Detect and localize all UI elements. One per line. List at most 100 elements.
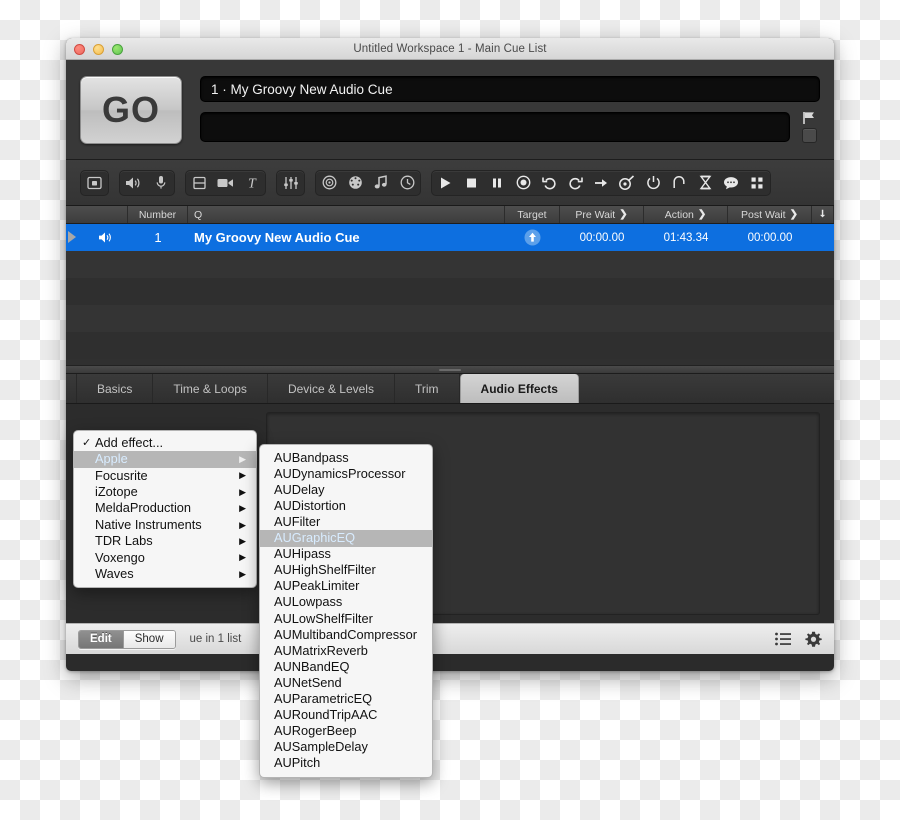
zoom-button[interactable] [112,44,123,55]
menu-item-add-effect[interactable]: ✓ Add effect... [74,435,256,451]
text-icon[interactable]: T [239,171,265,195]
toolbar-group-media: T [185,169,266,196]
current-cue-display[interactable]: 1 · My Groovy New Audio Cue [200,76,820,102]
menu-item-auhipass[interactable]: AUHipass [260,547,432,563]
menu-item-aufilter[interactable]: AUFilter [260,514,432,530]
apple-effects-submenu[interactable]: AUBandpass AUDynamicsProcessor AUDelay AUDi… [259,444,433,778]
comment-icon[interactable] [718,171,744,195]
menu-item-label: AUMultibandCompressor [274,626,417,642]
menu-item-voxengo[interactable]: Voxengo ▶ [74,550,256,566]
play-icon[interactable] [432,171,458,195]
column-header-number[interactable]: Number [128,206,188,223]
music-note-icon[interactable] [368,171,394,195]
minimize-button[interactable] [93,44,104,55]
menu-item-aurogerbeep[interactable]: AURogerBeep [260,724,432,740]
menu-item-apple[interactable]: Apple ▶ [74,451,256,468]
menu-item-audelay[interactable]: AUDelay [260,482,432,498]
menu-item-aulowpass[interactable]: AULowpass [260,595,432,611]
menu-item-label: AUDynamicsProcessor [274,465,406,481]
menu-item-aumatrixreverb[interactable]: AUMatrixReverb [260,643,432,659]
flag-button[interactable] [801,128,817,143]
column-header-continue[interactable]: ⭣ [812,206,834,223]
menu-item-label: Focusrite [95,467,148,483]
midi-icon[interactable] [342,171,368,195]
menu-item-label: AUDelay [274,481,325,497]
edit-mode-button[interactable]: Edit [79,630,123,648]
tab-time-and-loops[interactable]: Time & Loops [153,374,268,403]
menu-item-waves[interactable]: Waves ▶ [74,566,256,582]
menu-item-aubandpass[interactable]: AUBandpass [260,450,432,466]
go-button[interactable]: GO [80,75,182,144]
menu-item-aumultibandcompressor[interactable]: AUMultibandCompressor [260,627,432,643]
add-effect-menu[interactable]: ✓ Add effect... Apple ▶ Focusrite ▶ iZotope ▶ Me… [73,430,257,588]
loop-icon[interactable] [666,171,692,195]
empty-row[interactable] [66,305,834,332]
fade-icon[interactable] [186,171,212,195]
tab-device-and-levels[interactable]: Device & Levels [268,374,395,403]
notes-field[interactable] [200,112,790,142]
goto-icon[interactable] [614,171,640,195]
menu-item-label: Voxengo [95,549,145,565]
menu-item-auhighshelffilter[interactable]: AUHighShelfFilter [260,563,432,579]
toolbar-group-audio [119,169,175,196]
stop-icon[interactable] [458,171,484,195]
memo-icon[interactable] [81,171,108,195]
table-row[interactable]: 1 My Groovy New Audio Cue 00:00.00 01:43… [66,224,834,251]
menu-item-audynamicsprocessor[interactable]: AUDynamicsProcessor [260,466,432,482]
tab-audio-effects[interactable]: Audio Effects [459,374,579,403]
pause-icon[interactable] [484,171,510,195]
menu-item-auroundtripaac[interactable]: AURoundTripAAC [260,708,432,724]
menu-item-aupeaklimiter[interactable]: AUPeakLimiter [260,579,432,595]
menu-item-aunbandeq[interactable]: AUNBandEQ [260,659,432,675]
show-mode-button[interactable]: Show [122,630,175,648]
hourglass-icon[interactable] [692,171,718,195]
menu-item-audistortion[interactable]: AUDistortion [260,498,432,514]
empty-row[interactable] [66,251,834,278]
power-icon[interactable] [640,171,666,195]
column-header-prewait[interactable]: Pre Wait ❯ [560,206,644,223]
gear-icon[interactable] [805,631,822,648]
cuelist-body[interactable]: 1 My Groovy New Audio Cue 00:00.00 01:43… [66,224,834,365]
redo-icon[interactable] [562,171,588,195]
menu-item-ausampledelay[interactable]: AUSampleDelay [260,740,432,756]
target-icon[interactable] [316,171,342,195]
sliders-icon[interactable] [277,171,304,195]
column-header-gutter[interactable] [66,206,128,223]
menu-item-aupitch[interactable]: AUPitch [260,756,432,772]
video-camera-icon[interactable] [212,171,239,195]
microphone-icon[interactable] [147,171,174,195]
column-header-prewait-label: Pre Wait [575,208,616,221]
menu-item-aulowshelffilter[interactable]: AULowShelfFilter [260,611,432,627]
close-button[interactable] [74,44,85,55]
menu-item-focusrite[interactable]: Focusrite ▶ [74,468,256,484]
menu-item-native-instruments[interactable]: Native Instruments ▶ [74,517,256,533]
speaker-icon[interactable] [120,171,147,195]
menu-item-tdr-labs[interactable]: TDR Labs ▶ [74,533,256,549]
undo-icon[interactable] [536,171,562,195]
menu-item-izotope[interactable]: iZotope ▶ [74,484,256,500]
cell-number: 1 [154,230,162,245]
menu-item-augraphiceq[interactable]: AUGraphicEQ [260,530,432,547]
column-header-action[interactable]: Action ❯ [644,206,728,223]
tab-basics[interactable]: Basics [76,374,154,403]
menu-item-label: MeldaProduction [95,500,192,516]
empty-row[interactable] [66,278,834,305]
menu-item-label: AUHighShelfFilter [274,562,376,578]
tab-trim[interactable]: Trim [395,374,460,403]
menu-item-meldaproduction[interactable]: MeldaProduction ▶ [74,501,256,517]
menu-item-label: AUHipass [274,546,331,562]
column-header-q[interactable]: Q [188,206,505,223]
clock-icon[interactable] [394,171,420,195]
panel-splitter[interactable] [66,365,834,374]
menu-item-aunetsend[interactable]: AUNetSend [260,675,432,691]
record-icon[interactable] [510,171,536,195]
grid-icon[interactable] [744,171,770,195]
column-header-postwait[interactable]: Post Wait ❯ [728,206,812,223]
column-header-target[interactable]: Target [505,206,560,223]
menu-item-auparametriceq[interactable]: AUParametricEQ [260,691,432,707]
arrow-right-icon[interactable] [588,171,614,195]
empty-row[interactable] [66,332,834,359]
menu-item-label: AUDistortion [274,497,346,513]
cell-target[interactable] [505,224,560,251]
list-icon[interactable] [775,632,791,646]
